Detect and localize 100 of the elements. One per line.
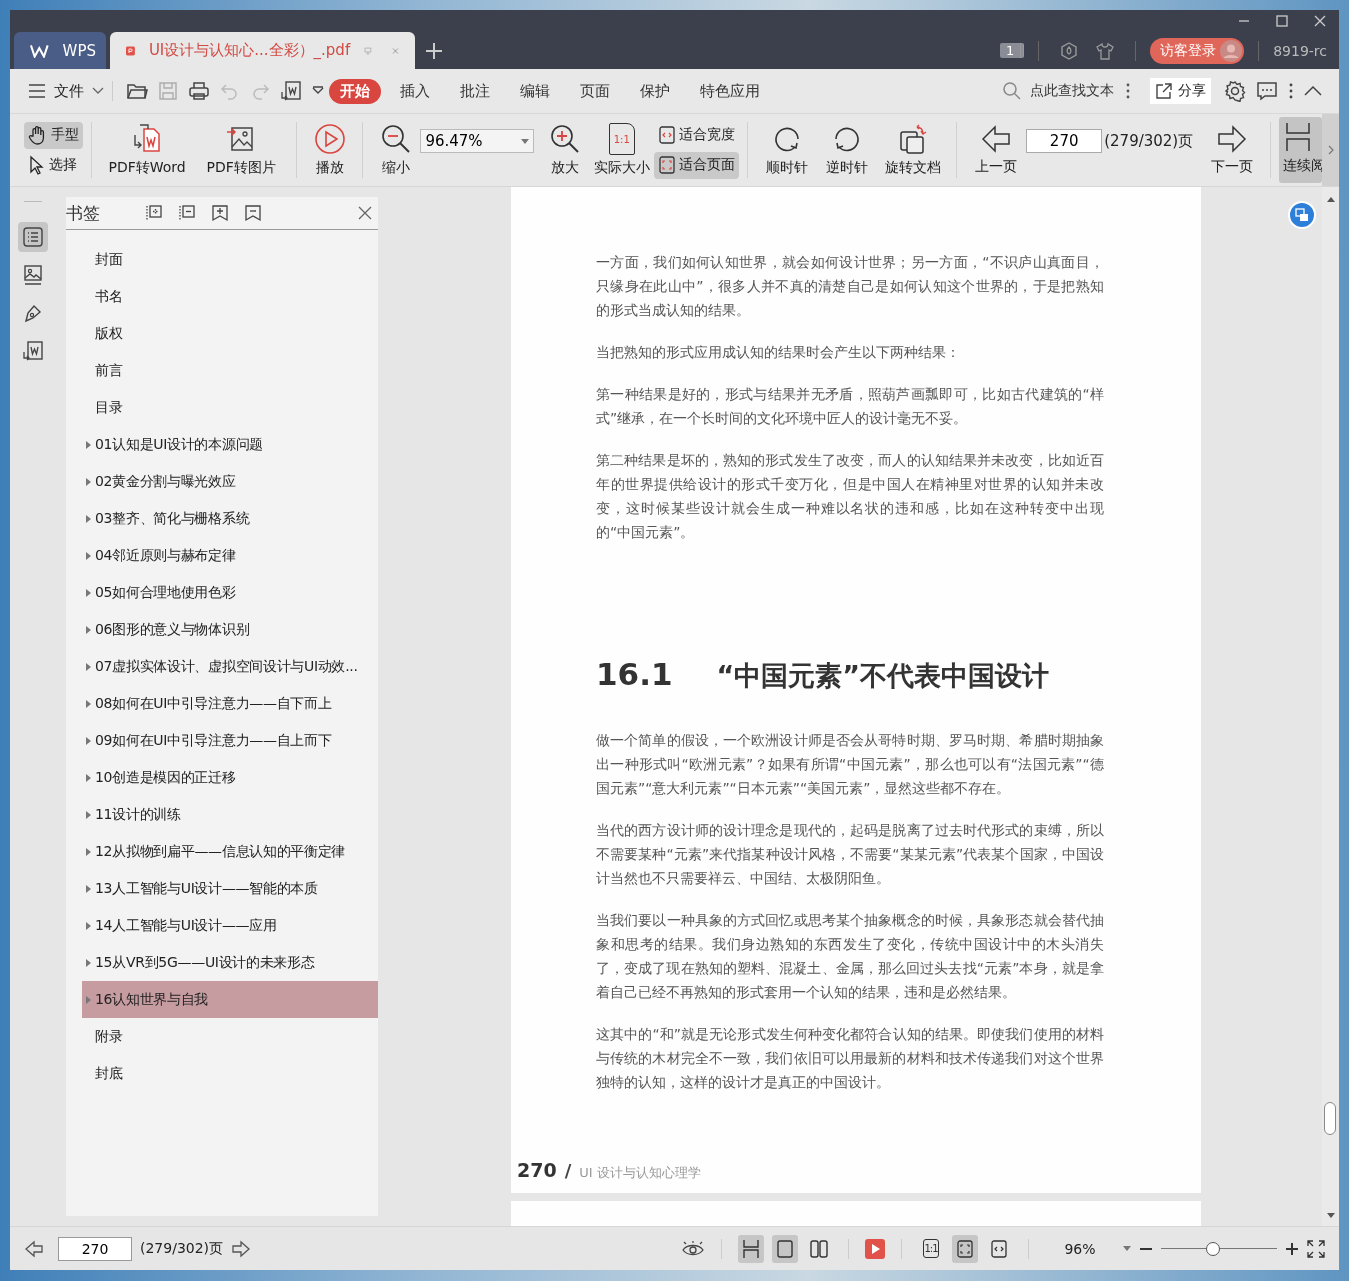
folder-icon[interactable] (126, 81, 148, 101)
expand-arrow-icon[interactable] (85, 810, 91, 819)
plus-icon[interactable] (1285, 1241, 1299, 1256)
expand-arrow-icon[interactable] (85, 440, 91, 449)
ribbon-tab[interactable]: 插入 (389, 78, 441, 104)
bookmark-item[interactable]: 02黄金分割与曝光效应 (82, 463, 378, 500)
bookmark-item[interactable]: 10创造是模因的正迁移 (82, 759, 378, 796)
zoom-value[interactable]: 96% (1045, 1240, 1115, 1257)
expand-arrow-icon[interactable] (85, 921, 91, 930)
scroll-up-icon[interactable] (1326, 197, 1335, 202)
expand-arrow-icon[interactable] (85, 514, 91, 523)
ribbon-tab[interactable]: 编辑 (509, 78, 561, 104)
bookmark-item[interactable]: 06图形的意义与物体识别 (82, 611, 378, 648)
expand-arrow-icon[interactable] (85, 699, 91, 708)
close-icon[interactable] (358, 206, 372, 220)
expand-arrow-icon[interactable] (85, 736, 91, 745)
slider-thumb[interactable] (1206, 1241, 1221, 1256)
bookmark-item[interactable]: 封底 (82, 1055, 378, 1092)
collapse-icon[interactable] (1304, 86, 1322, 96)
bookmark-item[interactable]: 封面 (82, 241, 378, 278)
page-number-field[interactable]: 270 (1026, 129, 1103, 153)
right-arrow-icon[interactable] (231, 1239, 252, 1258)
dropdown-icon[interactable] (312, 86, 324, 96)
bookmark-item[interactable]: 14人工智能与UI设计——应用 (82, 907, 378, 944)
bookmark-item[interactable]: 附录 (82, 1018, 378, 1055)
more-icon[interactable] (1288, 82, 1294, 100)
bookmark-item[interactable]: 16认知世界与自我 (82, 981, 378, 1018)
bookmark-item[interactable]: 前言 (82, 352, 378, 389)
more-icon[interactable] (1125, 82, 1131, 100)
collapse-all-icon[interactable] (178, 204, 196, 222)
left-arrow-icon[interactable] (24, 1239, 44, 1258)
bookmark-item[interactable]: 04邻近原则与赫布定律 (82, 537, 378, 574)
remove-bookmark-icon[interactable] (244, 204, 262, 222)
rotate-clockwise-button[interactable]: 顺时针 (756, 123, 817, 177)
play-button[interactable]: 播放 (305, 123, 355, 177)
hand-tool-button[interactable]: 手型 (24, 121, 83, 149)
file-menu-button[interactable]: 文件 (28, 81, 104, 101)
view-mode-button[interactable] (738, 1234, 764, 1263)
expand-arrow-icon[interactable] (85, 625, 91, 634)
caret-icon[interactable] (1123, 1246, 1131, 1251)
expand-arrow-icon[interactable] (85, 958, 91, 967)
fit-width-button[interactable]: 适合宽度 (654, 121, 740, 149)
expand-arrow-icon[interactable] (85, 847, 91, 856)
ribbon-tab[interactable]: 批注 (449, 78, 501, 104)
zoom-out-button[interactable]: 缩小 (371, 123, 421, 177)
bookmark-item[interactable]: 12从拟物到扁平——信息认知的平衡定律 (82, 833, 378, 870)
expand-arrow-icon[interactable] (85, 551, 91, 560)
slideshow-icon[interactable] (865, 1238, 885, 1259)
expand-arrow-icon[interactable] (85, 588, 91, 597)
fit-page-button[interactable]: 适合页面 (654, 151, 740, 179)
fullscreen-icon[interactable] (1307, 1239, 1325, 1258)
search-field[interactable]: 点此查找文本 (1002, 81, 1114, 101)
expand-arrow-icon[interactable] (85, 884, 91, 893)
pdf-to-word-button[interactable]: PDF转Word (100, 123, 195, 177)
ribbon-tab[interactable]: 开始 (329, 78, 381, 104)
expand-arrow-icon[interactable] (85, 477, 91, 486)
bookmark-item[interactable]: 15从VR到5G——UI设计的未来形态 (82, 944, 378, 981)
zoom-dropdown[interactable]: 96.47% (420, 129, 535, 153)
zoom-slider[interactable] (1161, 1240, 1277, 1257)
scroll-down-icon[interactable] (1326, 1213, 1335, 1218)
bookmark-item[interactable]: 版权 (82, 315, 378, 352)
bookmark-item[interactable]: 书名 (82, 278, 378, 315)
comment-icon[interactable] (1256, 81, 1278, 101)
bookmark-item[interactable]: 07虚拟实体设计、虚拟空间设计与UI动效... (82, 648, 378, 685)
settings-icon[interactable] (1224, 80, 1246, 102)
print-icon[interactable] (188, 81, 210, 101)
bookmark-item[interactable]: 目录 (82, 389, 378, 426)
bookmark-item[interactable]: 03整齐、简化与栅格系统 (82, 500, 378, 537)
sidebar-tab[interactable] (18, 222, 48, 252)
fit-mode-button[interactable] (952, 1234, 978, 1263)
select-tool-button[interactable]: 选择 (24, 151, 83, 179)
fit-mode-button[interactable]: 1:1 (918, 1234, 944, 1263)
shirt-icon[interactable] (1095, 40, 1116, 61)
bookmark-item[interactable]: 08如何在UI中引导注意力——自下而上 (82, 685, 378, 722)
export-icon[interactable] (280, 80, 302, 102)
eye-icon[interactable] (681, 1239, 705, 1258)
bookmark-item[interactable]: 11设计的训练 (82, 796, 378, 833)
add-bookmark-icon[interactable] (211, 204, 229, 222)
view-mode-button[interactable] (772, 1234, 798, 1263)
ribbon-tab[interactable]: 保护 (629, 78, 681, 104)
bookmark-item[interactable]: 05如何合理地使用色彩 (82, 574, 378, 611)
bookmark-item[interactable]: 13人工智能与UI设计——智能的本质 (82, 870, 378, 907)
translate-button[interactable] (1288, 201, 1316, 229)
actual-size-button[interactable]: 1:1 实际大小 (589, 123, 655, 177)
share-button[interactable]: 分享 (1150, 78, 1211, 104)
bookmark-item[interactable]: 01认知是UI设计的本源问题 (82, 426, 378, 463)
next-page-button[interactable]: 下一页 (1201, 124, 1263, 176)
zoom-in-button[interactable]: 放大 (540, 123, 590, 177)
pdf-to-image-button[interactable]: PDF转图片 (194, 123, 289, 177)
maximize-icon[interactable] (1275, 14, 1289, 28)
expand-arrow-icon[interactable] (85, 662, 91, 671)
ribbon-tab[interactable]: 特色应用 (689, 78, 771, 104)
expand-arrow-icon[interactable] (85, 773, 91, 782)
page-number-field[interactable]: 270 (58, 1236, 132, 1261)
scrollbar-thumb[interactable] (1324, 1102, 1336, 1135)
ribbon-tab[interactable]: 页面 (569, 78, 621, 104)
rotate-document-button[interactable]: 旋转文档 (877, 123, 949, 177)
bookmark-item[interactable]: 09如何在UI中引导注意力——自上而下 (82, 722, 378, 759)
rotate-counterclockwise-button[interactable]: 逆时针 (816, 123, 878, 177)
document-tab[interactable]: WPS (14, 32, 106, 69)
